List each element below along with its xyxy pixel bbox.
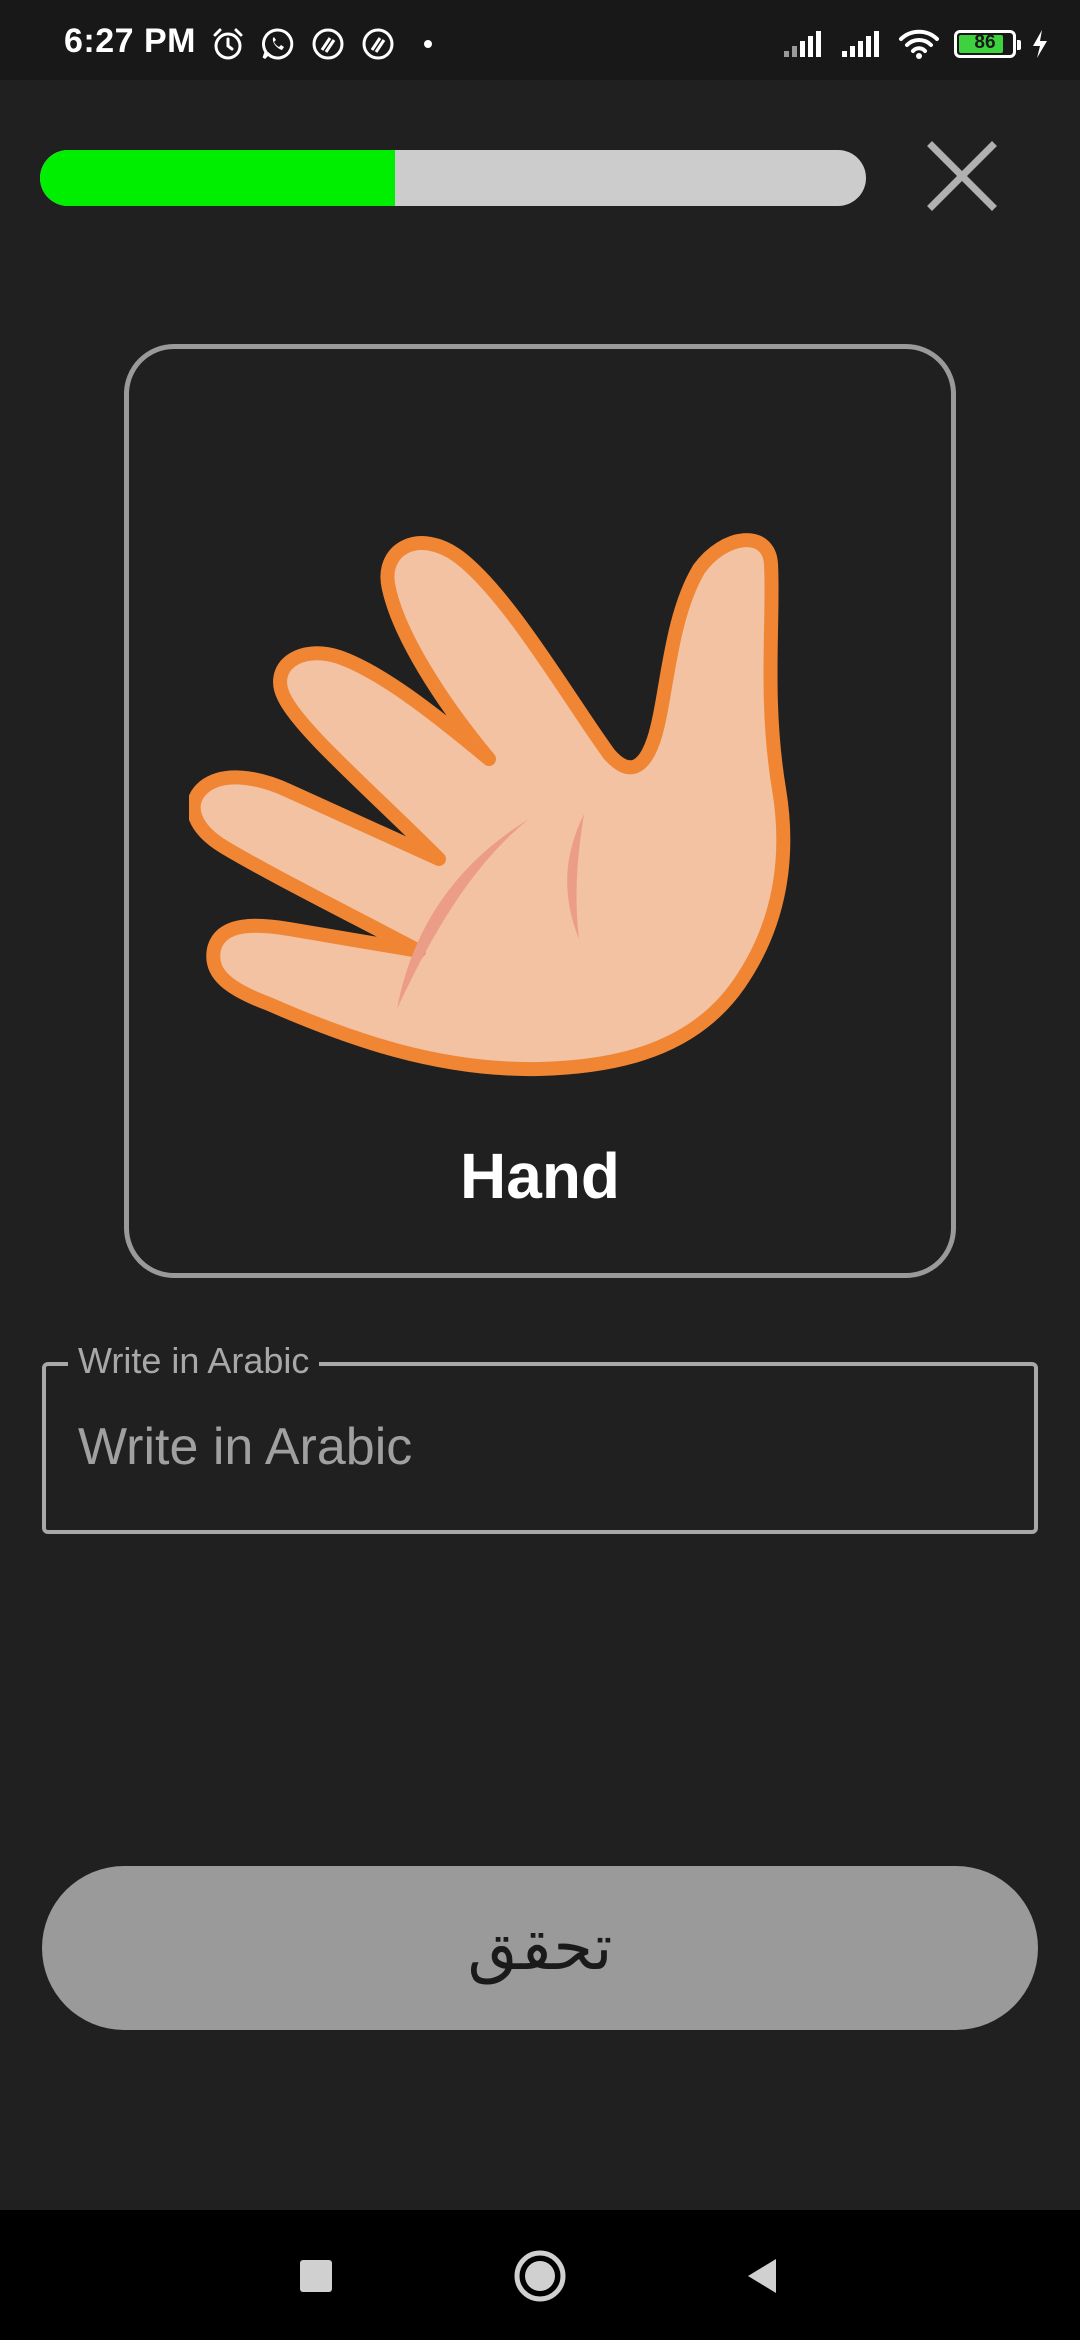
lesson-progress-bar <box>40 150 866 206</box>
signal-icon <box>842 31 879 57</box>
battery-level: 86 <box>974 32 996 53</box>
status-bar: 6:27 PM 86 <box>0 0 1080 80</box>
check-button-label: تحقق <box>467 1911 613 1985</box>
answer-field[interactable]: Write in Arabic <box>42 1340 1038 1534</box>
back-button[interactable] <box>730 2244 794 2308</box>
navigation-bar <box>0 2210 1080 2340</box>
whatsapp-icon <box>262 28 294 60</box>
recents-button[interactable] <box>284 2244 348 2308</box>
home-icon <box>514 2250 566 2302</box>
screen: 6:27 PM 86 Hand Write in Arabic Write in… <box>0 0 1080 2340</box>
check-button[interactable]: تحقق <box>42 1866 1038 2030</box>
close-icon <box>927 141 997 211</box>
battery-icon: 86 <box>954 30 1021 58</box>
recents-icon <box>300 2260 332 2292</box>
more-notifications-dot <box>424 40 432 48</box>
wifi-icon <box>899 29 939 59</box>
card-word: Hand <box>460 1140 620 1212</box>
signal-icon <box>784 31 821 57</box>
word-card: Hand <box>124 344 956 1278</box>
system-icons: 86 <box>782 28 1050 60</box>
battery-tip <box>1017 40 1021 50</box>
notification-icons <box>210 26 432 62</box>
close-button[interactable] <box>922 136 1002 216</box>
answer-input[interactable] <box>76 1406 1000 1488</box>
lesson-progress-fill <box>40 150 396 206</box>
charging-icon <box>1033 30 1047 58</box>
alarm-icon <box>213 28 243 60</box>
hand-icon <box>189 533 791 1077</box>
app-notification-icon <box>312 28 344 60</box>
home-button[interactable] <box>508 2244 572 2308</box>
back-icon <box>748 2259 776 2293</box>
answer-field-label: Write in Arabic <box>68 1340 320 1382</box>
status-time: 6:27 PM <box>64 22 196 60</box>
app-notification-icon <box>362 28 394 60</box>
